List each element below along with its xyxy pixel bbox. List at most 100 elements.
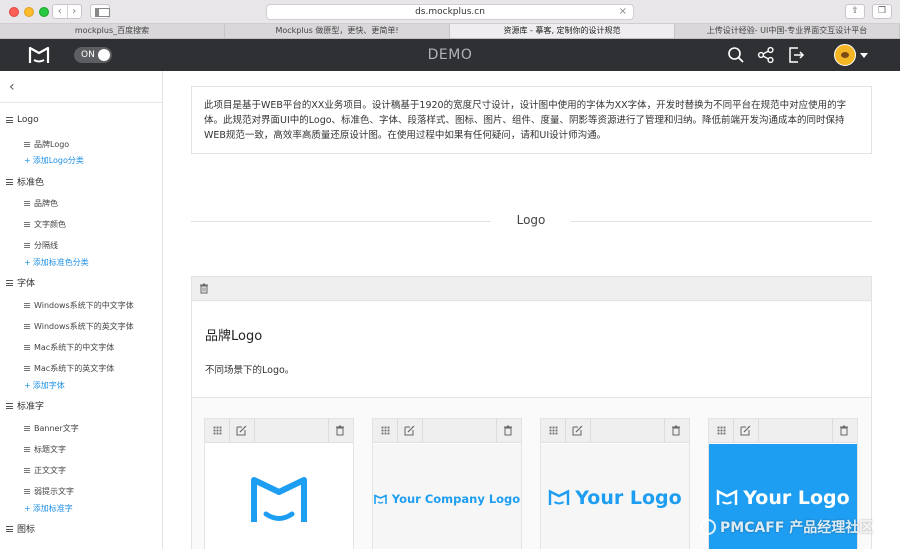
sidebar-item[interactable]: 标题文字: [24, 444, 66, 455]
sidebar-item[interactable]: 正文文字: [24, 465, 66, 476]
section-title: Logo: [516, 213, 546, 227]
brand-logo-card: 品牌Logo 不同场景下的Logo。 Your Company Logo You…: [191, 276, 872, 549]
menu-lines-icon: [24, 324, 30, 329]
menu-lines-icon: [24, 468, 30, 473]
sidebar-category-standard-text[interactable]: 标准字: [6, 399, 44, 412]
menu-lines-icon: [6, 117, 13, 123]
drag-handle-icon[interactable]: [213, 426, 222, 435]
menu-lines-icon: [24, 489, 30, 494]
sidebar-item-label: 正文文字: [34, 466, 66, 475]
plus-icon: +: [24, 504, 31, 513]
sidebar-item[interactable]: Banner文字: [24, 423, 79, 434]
menu-lines-icon: [24, 222, 30, 227]
edit-icon[interactable]: [572, 425, 583, 436]
drag-handle-icon[interactable]: [549, 426, 558, 435]
browser-tab[interactable]: Mockplus 做原型，更快、更简单!: [225, 24, 450, 38]
forward-arrow-icon[interactable]: ›: [66, 5, 82, 18]
mockplus-logo-icon: [251, 477, 307, 522]
menu-lines-icon: [24, 142, 30, 147]
close-window-button[interactable]: [9, 7, 19, 17]
sidebar-category-icons[interactable]: 图标: [6, 522, 35, 535]
on-off-toggle[interactable]: ON: [74, 47, 112, 63]
add-category-label: 添加标准色分类: [32, 258, 89, 267]
section-divider-left: [191, 221, 491, 222]
company-logo: Your Company Logo: [373, 492, 521, 506]
address-bar[interactable]: ds.mockplus.cn ×: [266, 4, 634, 20]
drag-handle-icon[interactable]: [381, 426, 390, 435]
edit-icon[interactable]: [740, 425, 751, 436]
tabs-overview-icon[interactable]: ❐: [872, 4, 892, 19]
sidebar-item-label: 标题文字: [34, 445, 66, 454]
toolbar-separator: [229, 419, 230, 443]
add-category-label: 添加字体: [32, 381, 65, 390]
sidebar-item-label: 弱提示文字: [34, 487, 74, 496]
menu-lines-icon: [6, 402, 13, 409]
logo-tile[interactable]: Your Company Logo: [372, 418, 522, 549]
minimize-window-button[interactable]: [24, 7, 34, 17]
tile-preview: [205, 444, 353, 549]
sidebar-item-label: Mac系统下的中文字体: [34, 343, 115, 352]
add-category-label: 添加Logo分类: [32, 156, 84, 165]
tile-toolbar: [373, 419, 521, 443]
sidebar-item[interactable]: Mac系统下的英文字体: [24, 363, 114, 374]
drag-handle-icon[interactable]: [717, 426, 726, 435]
trash-icon[interactable]: [671, 425, 681, 436]
clear-address-icon[interactable]: ×: [619, 5, 627, 19]
sidebar-item[interactable]: Windows系统下的中文字体: [24, 300, 134, 311]
trash-icon[interactable]: [199, 283, 209, 294]
browser-tab-active[interactable]: 资源库 - 摹客, 定制你的设计规范: [450, 24, 675, 38]
sidebar-item[interactable]: 分隔线: [24, 240, 58, 251]
export-icon[interactable]: [787, 46, 805, 64]
logo-text: Your Logo: [743, 487, 850, 509]
add-category-link[interactable]: + 添加Logo分类: [24, 155, 84, 166]
search-icon[interactable]: [727, 46, 745, 64]
share-icon[interactable]: ⇧: [845, 4, 865, 19]
toolbar-separator: [254, 419, 255, 443]
edit-icon[interactable]: [404, 425, 415, 436]
add-category-link[interactable]: + 添加字体: [24, 380, 65, 391]
back-arrow-icon[interactable]: ‹: [53, 5, 67, 18]
user-menu-caret-icon[interactable]: [860, 53, 868, 58]
user-avatar[interactable]: [834, 44, 856, 66]
company-logo: Your Logo: [709, 487, 857, 509]
sidebar-category-label: 标准色: [17, 178, 45, 188]
browser-tab-strip: mockplus_百度搜索 Mockplus 做原型，更快、更简单! 资源库 -…: [0, 24, 900, 39]
sidebar-item-label: 分隔线: [34, 241, 58, 250]
sidebar-item[interactable]: 品牌色: [24, 198, 58, 209]
browser-tab[interactable]: mockplus_百度搜索: [0, 24, 225, 38]
category-sidebar: ‹ Logo 品牌Logo + 添加Logo分类 标准色 品牌色 文字颜色 分隔线…: [0, 71, 163, 549]
share-network-icon[interactable]: [757, 46, 775, 64]
sidebar-item-label: Windows系统下的英文字体: [34, 322, 134, 331]
add-category-link[interactable]: + 添加标准字: [24, 503, 73, 514]
sidebar-item[interactable]: Windows系统下的英文字体: [24, 321, 134, 332]
sidebar-category-colors[interactable]: 标准色: [6, 175, 44, 188]
trash-icon[interactable]: [335, 425, 345, 436]
sidebar-category-logo[interactable]: Logo: [6, 115, 39, 125]
sidebar-item[interactable]: Mac系统下的中文字体: [24, 342, 114, 353]
logo-tile[interactable]: [204, 418, 354, 549]
trash-icon[interactable]: [503, 425, 513, 436]
add-category-link[interactable]: + 添加标准色分类: [24, 257, 89, 268]
sidebar-item-label: 品牌色: [34, 199, 58, 208]
zoom-window-button[interactable]: [39, 7, 49, 17]
plus-icon: +: [24, 258, 31, 267]
sidebar-item[interactable]: 弱提示文字: [24, 486, 74, 497]
mockplus-logo-icon[interactable]: [28, 45, 50, 65]
history-nav: ‹ ›: [52, 4, 82, 19]
edit-icon[interactable]: [236, 425, 247, 436]
sidebar-item-label: Banner文字: [34, 424, 79, 433]
tile-toolbar: [541, 419, 689, 443]
sidebar-item[interactable]: 品牌Logo: [24, 139, 69, 150]
logo-tile[interactable]: Your Logo: [540, 418, 690, 549]
toolbar-separator: [422, 419, 423, 443]
card-description: 不同场景下的Logo。: [205, 365, 295, 376]
card-title: 品牌Logo: [205, 329, 263, 344]
sidebar-item-label: 文字颜色: [34, 220, 66, 229]
trash-icon[interactable]: [839, 425, 849, 436]
browser-tab[interactable]: 上传设计经验- UI中国-专业界面交互设计平台: [675, 24, 900, 38]
back-chevron-icon[interactable]: ‹: [9, 80, 21, 94]
sidebar-item[interactable]: 文字颜色: [24, 219, 66, 230]
sidebar-category-fonts[interactable]: 字体: [6, 276, 35, 289]
menu-lines-icon: [24, 426, 30, 431]
sidebar-toggle-icon[interactable]: [90, 4, 110, 19]
